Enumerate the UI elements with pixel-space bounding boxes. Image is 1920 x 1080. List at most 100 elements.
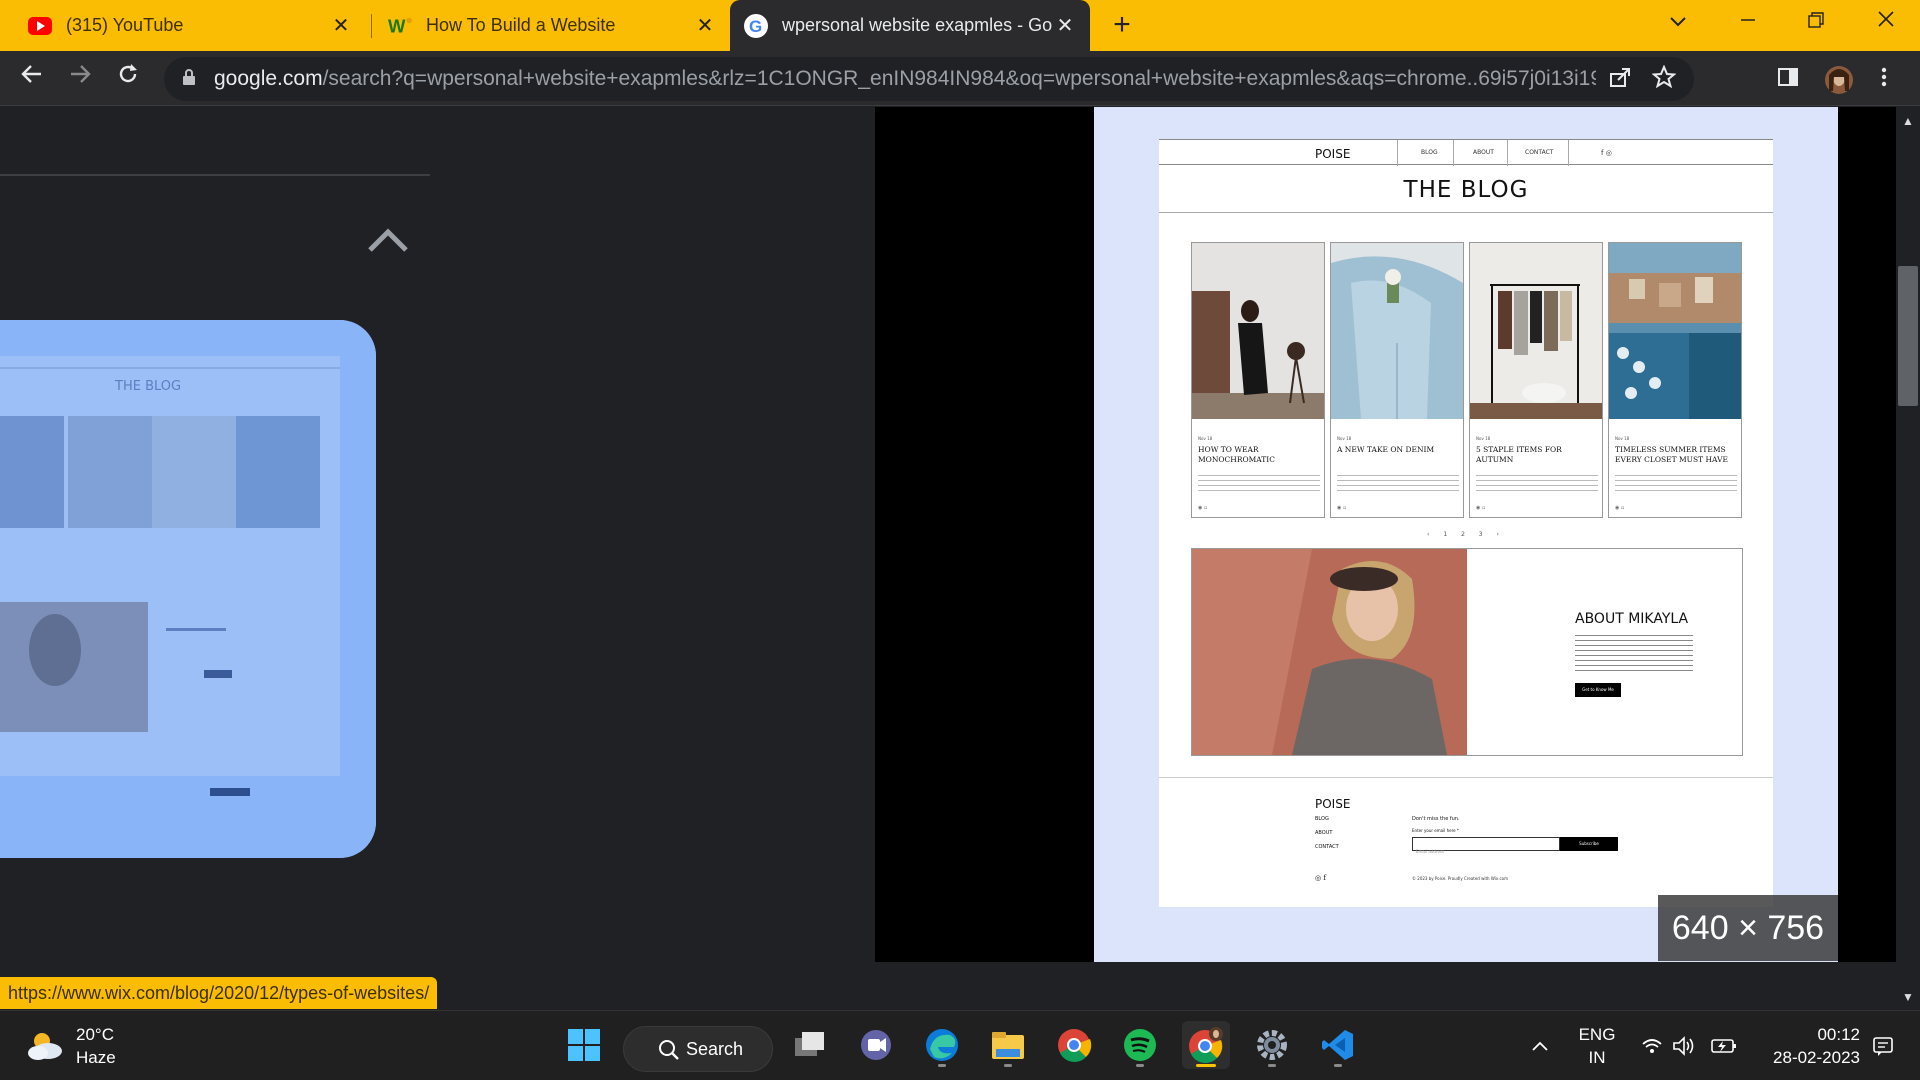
running-indicator (1268, 1064, 1276, 1067)
new-tab-button[interactable]: + (1106, 9, 1138, 41)
weather-cloud-icon (28, 1033, 62, 1060)
chrome-button[interactable] (1050, 1021, 1098, 1069)
close-window-icon[interactable] (1858, 0, 1914, 44)
tab-separator (371, 14, 372, 38)
reload-icon (119, 64, 137, 83)
edge-button[interactable] (918, 1021, 966, 1069)
clock-time: 00:12 (1817, 1025, 1860, 1044)
chrome-profile-icon (1189, 1027, 1223, 1063)
related-image-card[interactable]: THE BLOG (0, 320, 376, 858)
language-indicator[interactable]: ENG IN (1572, 1011, 1622, 1080)
chevron-up-icon[interactable] (366, 226, 410, 254)
tab-youtube[interactable]: (315) YouTube ✕ (14, 0, 366, 51)
blog-post-card: Nov 18 TIMELESS SUMMER ITEMS EVERY CLOSE… (1608, 242, 1742, 518)
copyright-text: © 2023 by Poise. Proudly Created with Wi… (1412, 876, 1509, 881)
task-view-button[interactable] (786, 1021, 834, 1069)
file-explorer-button[interactable] (984, 1021, 1032, 1069)
minimize-icon[interactable] (1720, 0, 1776, 44)
browser-toolbar: google.com/search?q=wpersonal+website+ex… (0, 51, 1920, 106)
close-tab-icon[interactable]: ✕ (330, 15, 352, 37)
footer-link: BLOG (1315, 816, 1329, 822)
profile-avatar[interactable] (1824, 65, 1853, 94)
footer-link: ABOUT (1315, 830, 1333, 836)
side-panel-icon[interactable] (1776, 65, 1804, 93)
post-date: Nov 18 (1198, 436, 1213, 441)
gear-icon (1257, 1030, 1287, 1060)
language-code: ENG (1578, 1025, 1616, 1044)
post-excerpt (1476, 473, 1598, 493)
tab-search-icon[interactable] (1650, 0, 1706, 44)
teams-chat-button[interactable] (852, 1021, 900, 1069)
post-title: A NEW TAKE ON DENIM (1337, 445, 1435, 454)
search-label: Search (686, 1038, 744, 1059)
footer-social-icons: ◎ f (1315, 874, 1326, 882)
email-label: Enter your email here * (1412, 828, 1459, 833)
menu-kebab-icon[interactable] (1872, 65, 1900, 93)
divider (1159, 777, 1773, 778)
scroll-up-arrow-icon[interactable]: ▲ (1900, 114, 1916, 130)
close-tab-icon[interactable]: ✕ (694, 15, 716, 37)
windows-logo-icon (568, 1029, 600, 1061)
vscode-button[interactable] (1314, 1021, 1362, 1069)
forward-arrow-icon (71, 65, 91, 83)
eye-icon: ◉ ▫ (1615, 505, 1625, 511)
blog-preview-image: POISE BLOG ABOUT CONTACT f ◎ THE BLOG No… (1159, 139, 1773, 907)
reload-button[interactable] (110, 61, 146, 97)
google-icon: G (744, 13, 768, 38)
post-title: HOW TO WEAR MONOCHROMATIC (1198, 445, 1276, 464)
tab-title: wpersonal website exapmles - Go (782, 15, 1053, 35)
status-bar-url: https://www.wix.com/blog/2020/12/types-o… (0, 977, 438, 1009)
chrome-profile-button[interactable] (1182, 1021, 1230, 1069)
social-icons: f ◎ (1601, 149, 1612, 157)
chat-icon (861, 1030, 891, 1060)
nav-divider (1507, 140, 1508, 166)
blog-nav-item: BLOG (1421, 149, 1438, 156)
address-bar[interactable]: google.com/search?q=wpersonal+website+ex… (164, 57, 1694, 101)
email-placeholder: Email address (1416, 849, 1445, 854)
scrollbar-thumb[interactable] (1898, 266, 1918, 406)
viewer-footer (875, 962, 1896, 1010)
system-clock[interactable]: 00:12 28-02-2023 (1750, 1011, 1860, 1080)
tab-how-to-build[interactable]: W How To Build a Website ✕ (374, 0, 730, 51)
spotify-button[interactable] (1116, 1021, 1164, 1069)
image-dimensions-badge: 640 × 756 (1658, 895, 1838, 961)
bookmark-star-icon[interactable] (1651, 63, 1680, 94)
post-photo-monochromatic (1192, 243, 1324, 419)
restore-icon[interactable] (1788, 0, 1844, 44)
eye-icon: ◉ ▫ (1337, 505, 1347, 511)
settings-button[interactable] (1248, 1021, 1296, 1069)
volume-icon[interactable] (1670, 1011, 1698, 1080)
post-date: Nov 18 (1337, 436, 1352, 441)
post-title: TIMELESS SUMMER ITEMS EVERY CLOSET MUST … (1615, 445, 1728, 464)
forward-button[interactable] (62, 61, 98, 97)
blog-logo: POISE (1315, 147, 1351, 161)
battery-charging-icon[interactable] (1708, 1011, 1740, 1080)
weather-description: Haze (76, 1048, 116, 1067)
tab-google-search[interactable]: G wpersonal website exapmles - Go ✕ (730, 0, 1090, 51)
wifi-icon[interactable] (1638, 1011, 1666, 1080)
show-hidden-icons-chevron-icon[interactable] (1520, 1011, 1560, 1080)
running-indicator (1334, 1064, 1342, 1067)
about-section: ABOUT MIKAYLA Get to Know Me (1191, 548, 1743, 756)
nav-divider (1397, 140, 1398, 166)
tab-title: (315) YouTube (66, 15, 184, 35)
scrollbar-track[interactable] (1896, 107, 1920, 1010)
lock-icon[interactable] (182, 68, 198, 91)
taskbar-search[interactable]: Search (623, 1026, 773, 1072)
close-tab-icon[interactable]: ✕ (1054, 15, 1076, 37)
weather-widget[interactable]: 20°C Haze (26, 1023, 116, 1069)
post-excerpt (1198, 473, 1320, 493)
tab-title: How To Build a Website (426, 15, 616, 35)
post-date: Nov 18 (1615, 436, 1630, 441)
url-text[interactable]: google.com/search?q=wpersonal+website+ex… (214, 67, 1596, 91)
notification-center-icon[interactable] (1866, 1011, 1900, 1080)
scroll-down-arrow-icon[interactable]: ▼ (1900, 990, 1916, 1006)
running-indicator (1196, 1064, 1216, 1067)
blog-nav-item: CONTACT (1525, 149, 1554, 156)
back-button[interactable] (14, 61, 50, 97)
start-button[interactable] (560, 1021, 608, 1069)
share-icon[interactable] (1608, 65, 1636, 94)
post-date: Nov 18 (1476, 436, 1491, 441)
youtube-icon (28, 14, 52, 38)
nav-divider (1453, 140, 1454, 166)
